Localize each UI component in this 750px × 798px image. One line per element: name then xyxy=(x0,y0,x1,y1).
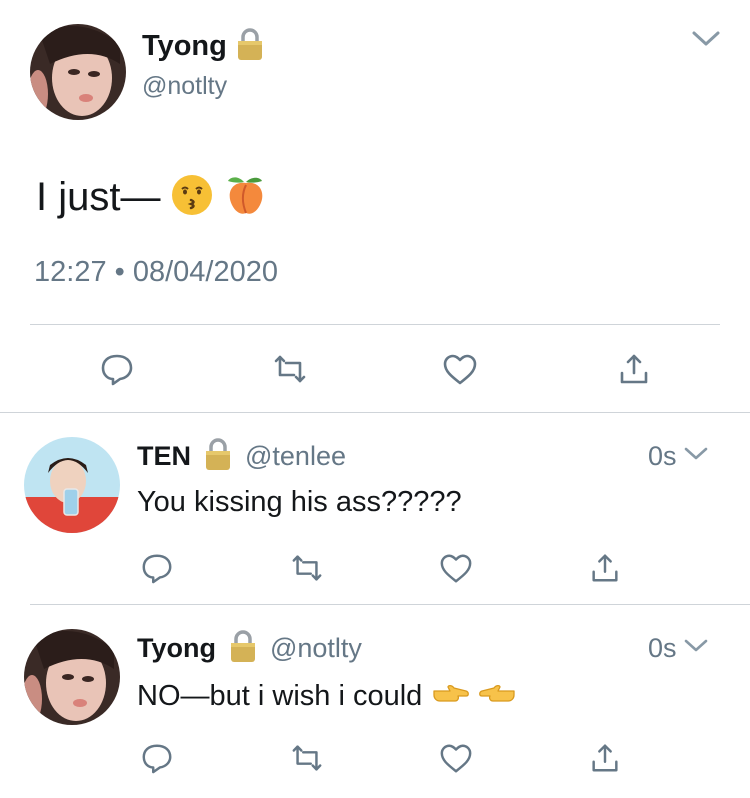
lock-icon xyxy=(235,27,265,66)
relative-time: 0s xyxy=(648,440,677,471)
heart-icon xyxy=(440,744,472,773)
share-button[interactable] xyxy=(585,548,625,588)
display-name[interactable]: TEN xyxy=(137,441,191,472)
reply-text: NO—but i wish i could xyxy=(137,679,423,712)
avatar-tyong[interactable] xyxy=(30,24,126,120)
retweet-button[interactable] xyxy=(270,349,310,389)
retweet-icon xyxy=(292,555,322,581)
chevron-down-icon[interactable] xyxy=(690,28,722,55)
timestamp: 12:27 • 08/04/2020 xyxy=(34,256,278,288)
divider xyxy=(30,324,720,325)
display-name[interactable]: Tyong xyxy=(137,633,216,664)
share-button[interactable] xyxy=(614,349,654,389)
avatar-tyong[interactable] xyxy=(24,629,120,725)
retweet-button[interactable] xyxy=(287,548,327,588)
reply-divider xyxy=(30,604,750,605)
kissing-face-icon xyxy=(170,173,214,222)
like-button[interactable] xyxy=(440,349,480,389)
relative-time: 0s xyxy=(648,632,677,663)
display-name[interactable]: Tyong xyxy=(142,30,227,63)
retweet-icon xyxy=(292,745,322,771)
avatar-ten[interactable] xyxy=(24,437,120,533)
pointing-left-icon xyxy=(478,679,518,714)
heart-icon xyxy=(443,354,477,385)
share-button[interactable] xyxy=(585,738,625,778)
like-button[interactable] xyxy=(436,738,476,778)
lock-icon xyxy=(203,437,233,476)
lock-icon xyxy=(228,629,258,668)
share-icon xyxy=(592,554,618,582)
peach-icon xyxy=(224,173,268,222)
reply-button[interactable] xyxy=(137,548,177,588)
handle[interactable]: @notlty xyxy=(270,633,362,664)
chevron-down-icon[interactable] xyxy=(683,445,709,468)
reply-icon xyxy=(101,354,133,386)
chevron-down-icon[interactable] xyxy=(683,637,709,660)
pointing-right-icon xyxy=(430,679,470,714)
heart-icon xyxy=(440,554,472,583)
section-divider xyxy=(0,412,750,413)
share-icon xyxy=(592,744,618,772)
reply-icon xyxy=(142,744,172,774)
reply-button[interactable] xyxy=(97,349,137,389)
retweet-button[interactable] xyxy=(287,738,327,778)
handle[interactable]: @tenlee xyxy=(245,441,346,472)
reply-icon xyxy=(142,554,172,584)
tweet-text: I just— xyxy=(36,174,161,219)
reply-button[interactable] xyxy=(137,738,177,778)
share-icon xyxy=(620,354,648,384)
retweet-icon xyxy=(274,355,306,383)
handle[interactable]: @notlty xyxy=(142,72,227,101)
reply-text: You kissing his ass????? xyxy=(137,486,462,518)
like-button[interactable] xyxy=(436,548,476,588)
